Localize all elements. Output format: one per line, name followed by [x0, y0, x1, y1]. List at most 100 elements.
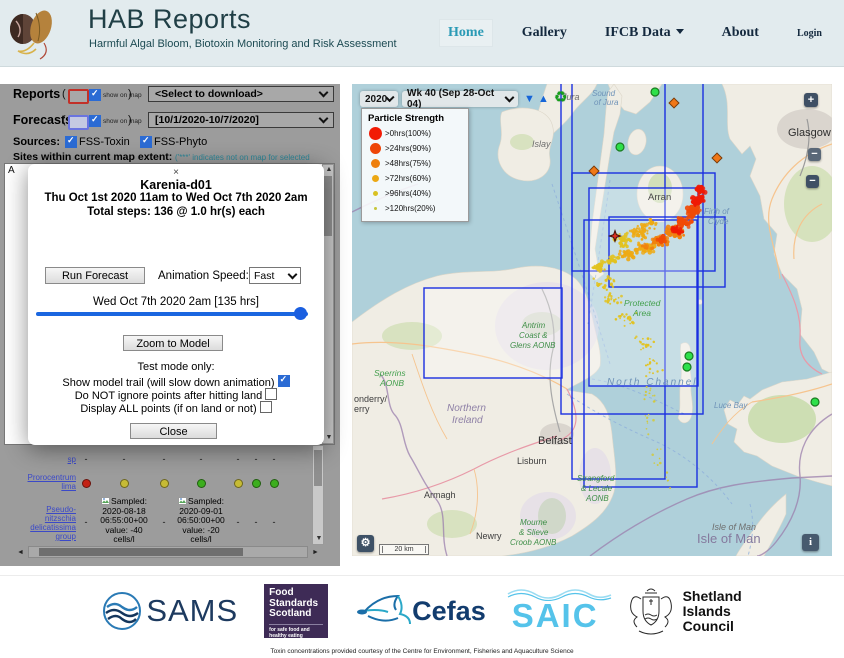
map-label: Armagh	[424, 490, 456, 500]
nav-gallery[interactable]: Gallery	[514, 20, 575, 46]
particle-strength-legend: Particle Strength >0hrs(100%)>24hrs(90%)…	[361, 108, 469, 222]
table-scrollbar-vertical[interactable]: ▼	[312, 445, 324, 545]
map-label: AONB	[585, 494, 609, 503]
fss-line: Scotland	[269, 609, 323, 620]
close-button[interactable]: Close	[130, 423, 217, 439]
status-dot[interactable]	[160, 479, 169, 488]
timestep-slider[interactable]	[36, 312, 308, 316]
map-label: Coast &	[519, 331, 547, 340]
map-label: onderry/	[354, 394, 388, 404]
map-label: Clyde	[708, 217, 729, 226]
forecasts-show-checkbox[interactable]	[89, 115, 101, 127]
legend-item: >120hrs(20%)	[368, 201, 462, 216]
hab-logo-icon	[8, 3, 60, 63]
site-marker-circle[interactable]	[651, 88, 659, 96]
nav-about[interactable]: About	[714, 20, 767, 46]
map-label: Area	[632, 308, 651, 318]
site-marker-circle[interactable]	[811, 398, 819, 406]
zoom-in-button[interactable]: +	[804, 93, 818, 107]
fss-toxin-label: FSS-Toxin	[79, 136, 130, 148]
status-dot[interactable]	[252, 479, 261, 488]
nav-ifcb-data[interactable]: IFCB Data	[597, 20, 692, 46]
forecast-steps: Total steps: 136 @ 1.0 hr(s) each	[28, 206, 324, 218]
scroll-down-icon[interactable]: ▼	[323, 433, 335, 443]
map-canvas[interactable]: JuraSoundof JuraGlasgowIslayArranFirth o…	[352, 84, 832, 556]
status-dot[interactable]	[82, 479, 91, 488]
display-all-checkbox[interactable]	[260, 401, 272, 413]
map-label: Strangford	[577, 474, 615, 483]
sites-list-item[interactable]: A	[8, 165, 15, 176]
option-show-trail: Show model trail (will slow down animati…	[28, 375, 324, 389]
species-link[interactable]: sp	[2, 455, 76, 464]
zoom-out-button[interactable]: −	[808, 148, 821, 161]
reports-select[interactable]: <Select to download>	[148, 86, 334, 102]
saic-logo: SAIC	[512, 587, 599, 635]
paren-close: )	[128, 88, 132, 100]
attribution-info-icon[interactable]: i	[802, 534, 819, 551]
status-dot[interactable]	[234, 479, 243, 488]
footer: SAMS Food Standards Scotland for safe fo…	[0, 575, 844, 658]
forecasts-extent-icon	[68, 115, 89, 130]
status-dot[interactable]	[120, 479, 129, 488]
status-dot[interactable]	[197, 479, 206, 488]
sams-text: SAMS	[146, 593, 238, 629]
particle-dot-icon	[374, 207, 377, 210]
table-cell: -	[86, 454, 162, 464]
show-trail-checkbox[interactable]	[278, 375, 290, 387]
status-dot[interactable]	[270, 479, 279, 488]
year-select[interactable]: 2020	[360, 91, 398, 107]
scrollbar-thumb[interactable]	[314, 450, 322, 486]
refresh-icon[interactable]: ♻	[554, 90, 567, 106]
week-select[interactable]: Wk 40 (Sep 28-Oct 04)	[402, 91, 518, 107]
reports-show-checkbox[interactable]	[89, 89, 101, 101]
scrollbar-thumb[interactable]	[324, 176, 332, 236]
legend-item: >0hrs(100%)	[368, 126, 462, 141]
footer-caption: Toxin concentrations provided courtesy o…	[0, 648, 844, 655]
map-label: & Lecale	[581, 484, 613, 493]
fss-tagline: for safe food and healthy eating	[269, 624, 323, 639]
map-label: Belfast	[538, 435, 572, 447]
chevron-down-icon	[319, 114, 329, 124]
nav-login[interactable]: Login	[789, 23, 830, 44]
option-label: Display ALL points (if on land or not)	[80, 403, 256, 415]
chevron-down-icon	[319, 88, 329, 98]
forecasts-show-label: show on map	[103, 118, 142, 125]
zoom-to-model-button[interactable]: Zoom to Model	[123, 335, 223, 351]
scroll-up-icon[interactable]: ▲	[323, 165, 335, 175]
scroll-left-icon[interactable]: ◄	[17, 547, 24, 558]
site-marker-circle[interactable]	[616, 143, 624, 151]
animation-speed-select[interactable]: Fast	[249, 267, 301, 284]
map-label: Mourne	[520, 518, 548, 527]
map-label: Protected	[624, 298, 661, 308]
broken-image-icon	[101, 497, 110, 505]
fss-toxin-checkbox[interactable]	[65, 136, 77, 148]
run-forecast-button[interactable]: Run Forecast	[45, 267, 145, 284]
particle-dot-icon	[370, 143, 381, 154]
ignore-land-checkbox[interactable]	[265, 388, 277, 400]
site-marker-circle[interactable]	[683, 363, 691, 371]
slider-thumb[interactable]	[294, 307, 307, 320]
table-row: Pseudo- nitzschia delicatissima group - …	[0, 497, 312, 545]
scroll-down-icon[interactable]: ▼	[313, 534, 325, 544]
option-ignore-land: Do NOT ignore points after hitting land	[28, 388, 324, 402]
chevron-down-icon	[676, 29, 684, 34]
sams-wave-icon	[102, 591, 142, 631]
map-label: Antrim	[521, 321, 545, 330]
scrollbar-thumb[interactable]	[39, 548, 243, 556]
collapse-button[interactable]: −	[806, 175, 819, 188]
site-marker-circle[interactable]	[685, 352, 693, 360]
table-cell: -	[265, 454, 283, 464]
forecasts-select[interactable]: [10/1/2020-10/7/2020]	[148, 112, 334, 128]
close-icon[interactable]: ×	[28, 167, 324, 178]
saic-wave-icon	[506, 587, 614, 601]
next-week-icon[interactable]: ▲	[538, 92, 549, 106]
scroll-right-icon[interactable]: ►	[312, 547, 319, 558]
nav-home[interactable]: Home	[440, 20, 492, 46]
fss-phyto-checkbox[interactable]	[140, 136, 152, 148]
table-scrollbar-horizontal[interactable]	[28, 546, 308, 558]
map-settings-gear-icon[interactable]: ⚙	[357, 535, 374, 552]
legend-label: >72hrs(60%)	[385, 174, 431, 183]
status-dot-row	[0, 479, 312, 491]
prev-week-icon[interactable]: ▼	[524, 92, 535, 106]
species-link[interactable]: Pseudo- nitzschia delicatissima group	[2, 505, 76, 541]
